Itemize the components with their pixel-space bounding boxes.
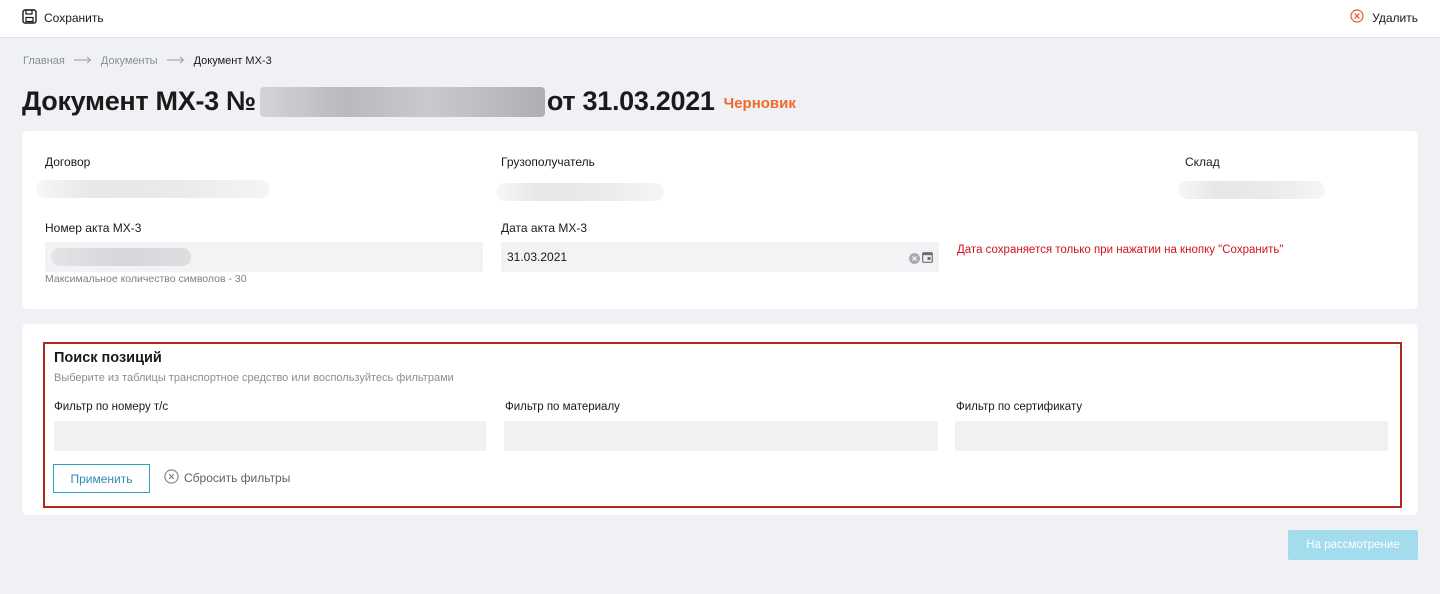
save-label: Сохранить xyxy=(44,11,104,25)
act-number-label: Номер акта МХ-3 xyxy=(45,221,142,235)
search-positions-panel: Поиск позиций Выберите из таблицы трансп… xyxy=(43,342,1402,508)
arrow-right-icon xyxy=(73,55,92,67)
floppy-disk-icon xyxy=(22,9,37,27)
close-circle-icon xyxy=(164,469,179,487)
warehouse-label: Склад xyxy=(1185,155,1220,169)
breadcrumb-current: Документ МХ-3 xyxy=(193,55,272,67)
search-card: Поиск позиций Выберите из таблицы трансп… xyxy=(22,324,1418,515)
redacted-document-number xyxy=(259,86,545,117)
consignee-label: Грузополучатель xyxy=(501,155,595,169)
close-circle-icon xyxy=(1350,9,1364,26)
delete-button[interactable]: Удалить xyxy=(1350,9,1418,26)
search-title: Поиск позиций xyxy=(54,350,162,366)
search-subtitle: Выберите из таблицы транспортное средств… xyxy=(54,372,454,384)
reset-filters-button[interactable]: Сбросить фильтры xyxy=(164,469,290,487)
page-title: Документ МХ-3 № от 31.03.2021 Черновик xyxy=(22,86,796,117)
date-warning: Дата сохраняется только при нажатии на к… xyxy=(957,244,1284,256)
reset-filters-label: Сбросить фильтры xyxy=(184,471,291,485)
title-prefix: Документ МХ-3 № xyxy=(22,86,256,116)
redacted-consignee-value xyxy=(497,183,664,201)
submit-for-review-button[interactable]: На рассмотрение xyxy=(1288,530,1418,560)
act-date-value: 31.03.2021 xyxy=(507,250,568,264)
title-date: от 31.03.2021 xyxy=(546,86,715,116)
apply-filters-button[interactable]: Применить xyxy=(53,464,150,493)
clear-icon[interactable] xyxy=(909,251,920,269)
filter-vehicle-input[interactable] xyxy=(54,421,486,451)
filter-certificate-label: Фильтр по сертификату xyxy=(956,401,1083,413)
status-badge: Черновик xyxy=(723,95,796,112)
delete-label: Удалить xyxy=(1372,10,1418,25)
act-number-hint: Максимальное количество символов - 30 xyxy=(45,273,247,285)
act-date-field[interactable]: 31.03.2021 xyxy=(501,242,939,272)
filter-material-label: Фильтр по материалу xyxy=(505,401,620,413)
filter-certificate-input[interactable] xyxy=(955,421,1388,451)
redacted-act-number-value xyxy=(51,248,191,266)
act-number-field[interactable] xyxy=(45,242,483,272)
filter-vehicle-label: Фильтр по номеру т/с xyxy=(54,401,169,413)
arrow-right-icon xyxy=(166,55,185,67)
act-date-label: Дата акта МХ-3 xyxy=(501,221,588,235)
redacted-contract-value xyxy=(36,180,270,198)
filter-material-input[interactable] xyxy=(504,421,938,451)
redacted-warehouse-value xyxy=(1178,181,1325,199)
top-toolbar: Сохранить Удалить xyxy=(0,0,1440,38)
save-button[interactable]: Сохранить xyxy=(22,9,104,27)
breadcrumb: Главная Документы Документ МХ-3 xyxy=(23,55,272,67)
breadcrumb-documents[interactable]: Документы xyxy=(101,55,158,67)
breadcrumb-home[interactable]: Главная xyxy=(23,55,65,67)
contract-label: Договор xyxy=(45,155,91,169)
calendar-icon[interactable] xyxy=(922,250,933,268)
details-card: Договор Грузополучатель Склад Номер акта… xyxy=(22,131,1418,309)
